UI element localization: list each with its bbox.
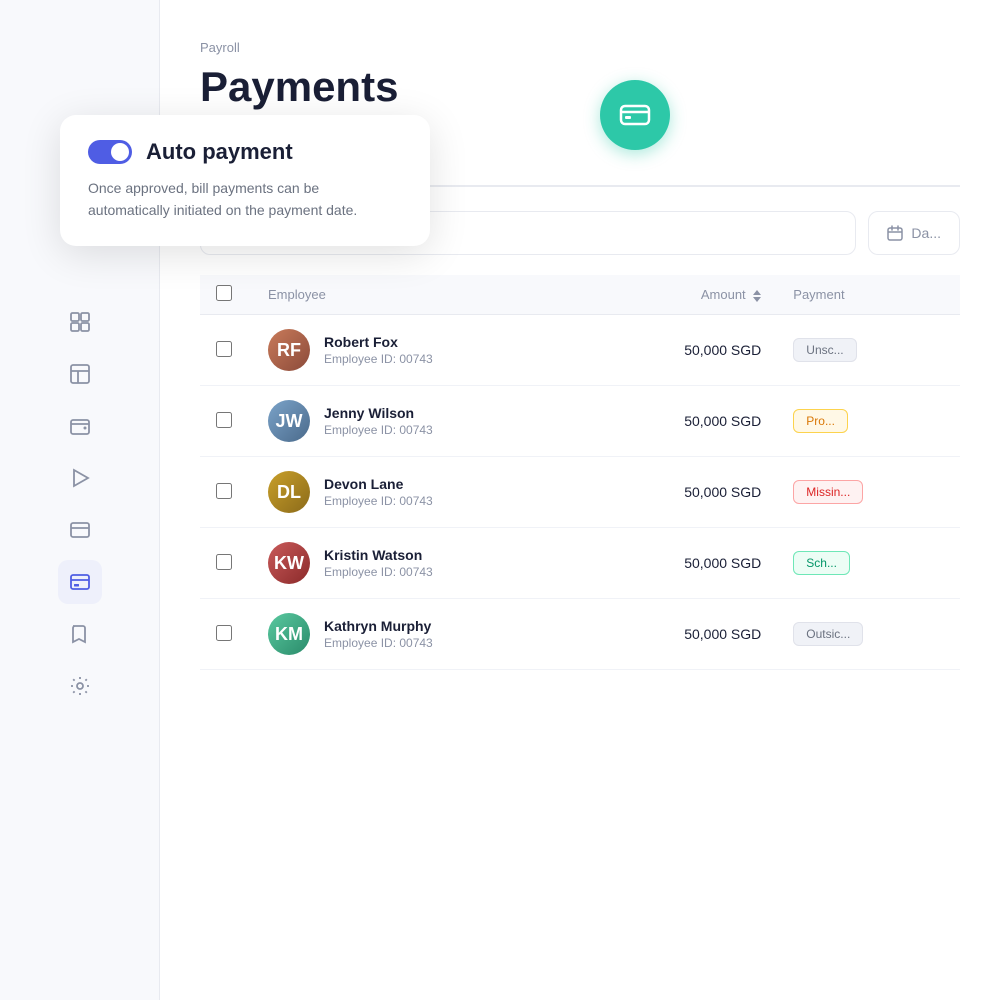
tooltip-body: Once approved, bill payments can be auto… bbox=[88, 177, 402, 222]
status-badge: Unsc... bbox=[793, 338, 856, 362]
table-row: DL Devon Lane Employee ID: 00743 50,000 … bbox=[200, 457, 960, 528]
employee-info: Kristin Watson Employee ID: 00743 bbox=[324, 547, 433, 579]
row-checkbox[interactable] bbox=[216, 625, 232, 641]
table-row: JW Jenny Wilson Employee ID: 00743 50,00… bbox=[200, 386, 960, 457]
avatar: JW bbox=[268, 400, 310, 442]
auto-payment-toggle[interactable] bbox=[88, 140, 132, 164]
employee-id: Employee ID: 00743 bbox=[324, 494, 433, 508]
avatar: KW bbox=[268, 542, 310, 584]
select-all-checkbox[interactable] bbox=[216, 285, 232, 301]
employee-info: Devon Lane Employee ID: 00743 bbox=[324, 476, 433, 508]
payments-table: Employee Amount Payment RF Robert Fox bbox=[200, 275, 960, 670]
row-checkbox-cell bbox=[200, 386, 252, 457]
table-row: KW Kristin Watson Employee ID: 00743 50,… bbox=[200, 528, 960, 599]
sidebar-item-layout[interactable] bbox=[58, 352, 102, 396]
auto-payment-tooltip: Auto payment Once approved, bill payment… bbox=[60, 115, 430, 246]
row-amount-cell: 50,000 SGD bbox=[572, 457, 778, 528]
sidebar-item-card[interactable] bbox=[58, 508, 102, 552]
row-amount-cell: 50,000 SGD bbox=[572, 528, 778, 599]
amount-value: 50,000 SGD bbox=[684, 342, 761, 358]
col-header-amount[interactable]: Amount bbox=[572, 275, 778, 315]
sidebar-item-settings[interactable] bbox=[58, 664, 102, 708]
sidebar-item-play[interactable] bbox=[58, 456, 102, 500]
employee-id: Employee ID: 00743 bbox=[324, 352, 433, 366]
sidebar-item-wallet[interactable] bbox=[58, 404, 102, 448]
employee-info: Kathryn Murphy Employee ID: 00743 bbox=[324, 618, 433, 650]
row-checkbox-cell bbox=[200, 315, 252, 386]
avatar: KM bbox=[268, 613, 310, 655]
row-status-cell: Outsic... bbox=[777, 599, 960, 670]
employee-name: Devon Lane bbox=[324, 476, 433, 492]
row-amount-cell: 50,000 SGD bbox=[572, 599, 778, 670]
employee-name: Kathryn Murphy bbox=[324, 618, 433, 634]
row-checkbox[interactable] bbox=[216, 554, 232, 570]
employee-name: Kristin Watson bbox=[324, 547, 433, 563]
row-employee-cell: JW Jenny Wilson Employee ID: 00743 bbox=[252, 386, 572, 457]
row-status-cell: Unsc... bbox=[777, 315, 960, 386]
avatar: RF bbox=[268, 329, 310, 371]
breadcrumb: Payroll bbox=[200, 40, 960, 55]
row-employee-cell: KW Kristin Watson Employee ID: 00743 bbox=[252, 528, 572, 599]
sidebar-item-book[interactable] bbox=[58, 612, 102, 656]
amount-sort-icon bbox=[753, 290, 761, 302]
row-status-cell: Pro... bbox=[777, 386, 960, 457]
employee-name: Robert Fox bbox=[324, 334, 433, 350]
status-badge: Sch... bbox=[793, 551, 850, 575]
employee-info: Jenny Wilson Employee ID: 00743 bbox=[324, 405, 433, 437]
employee-id: Employee ID: 00743 bbox=[324, 423, 433, 437]
avatar: DL bbox=[268, 471, 310, 513]
row-amount-cell: 50,000 SGD bbox=[572, 315, 778, 386]
row-checkbox-cell bbox=[200, 457, 252, 528]
page-title: Payments bbox=[200, 63, 960, 111]
row-employee-cell: DL Devon Lane Employee ID: 00743 bbox=[252, 457, 572, 528]
col-header-employee: Employee bbox=[252, 275, 572, 315]
status-badge: Pro... bbox=[793, 409, 848, 433]
toggle-knob bbox=[111, 143, 129, 161]
table-row: RF Robert Fox Employee ID: 00743 50,000 … bbox=[200, 315, 960, 386]
amount-value: 50,000 SGD bbox=[684, 484, 761, 500]
employee-id: Employee ID: 00743 bbox=[324, 565, 433, 579]
row-checkbox[interactable] bbox=[216, 341, 232, 357]
row-checkbox-cell bbox=[200, 528, 252, 599]
payments-icon-button[interactable] bbox=[600, 80, 670, 150]
sidebar-item-grid[interactable] bbox=[58, 300, 102, 344]
col-header-checkbox bbox=[200, 275, 252, 315]
row-checkbox[interactable] bbox=[216, 412, 232, 428]
col-header-payment: Payment bbox=[777, 275, 960, 315]
row-checkbox-cell bbox=[200, 599, 252, 670]
amount-value: 50,000 SGD bbox=[684, 413, 761, 429]
row-employee-cell: RF Robert Fox Employee ID: 00743 bbox=[252, 315, 572, 386]
employee-name: Jenny Wilson bbox=[324, 405, 433, 421]
tooltip-title: Auto payment bbox=[146, 139, 293, 165]
row-employee-cell: KM Kathryn Murphy Employee ID: 00743 bbox=[252, 599, 572, 670]
status-badge: Outsic... bbox=[793, 622, 863, 646]
row-status-cell: Sch... bbox=[777, 528, 960, 599]
amount-value: 50,000 SGD bbox=[684, 555, 761, 571]
row-amount-cell: 50,000 SGD bbox=[572, 386, 778, 457]
date-button[interactable]: Da... bbox=[868, 211, 960, 255]
tooltip-header: Auto payment bbox=[88, 139, 402, 165]
employee-info: Robert Fox Employee ID: 00743 bbox=[324, 334, 433, 366]
date-button-label: Da... bbox=[911, 225, 941, 241]
status-badge: Missin... bbox=[793, 480, 863, 504]
sidebar-item-payments[interactable] bbox=[58, 560, 102, 604]
row-status-cell: Missin... bbox=[777, 457, 960, 528]
table-row: KM Kathryn Murphy Employee ID: 00743 50,… bbox=[200, 599, 960, 670]
row-checkbox[interactable] bbox=[216, 483, 232, 499]
employee-id: Employee ID: 00743 bbox=[324, 636, 433, 650]
amount-value: 50,000 SGD bbox=[684, 626, 761, 642]
